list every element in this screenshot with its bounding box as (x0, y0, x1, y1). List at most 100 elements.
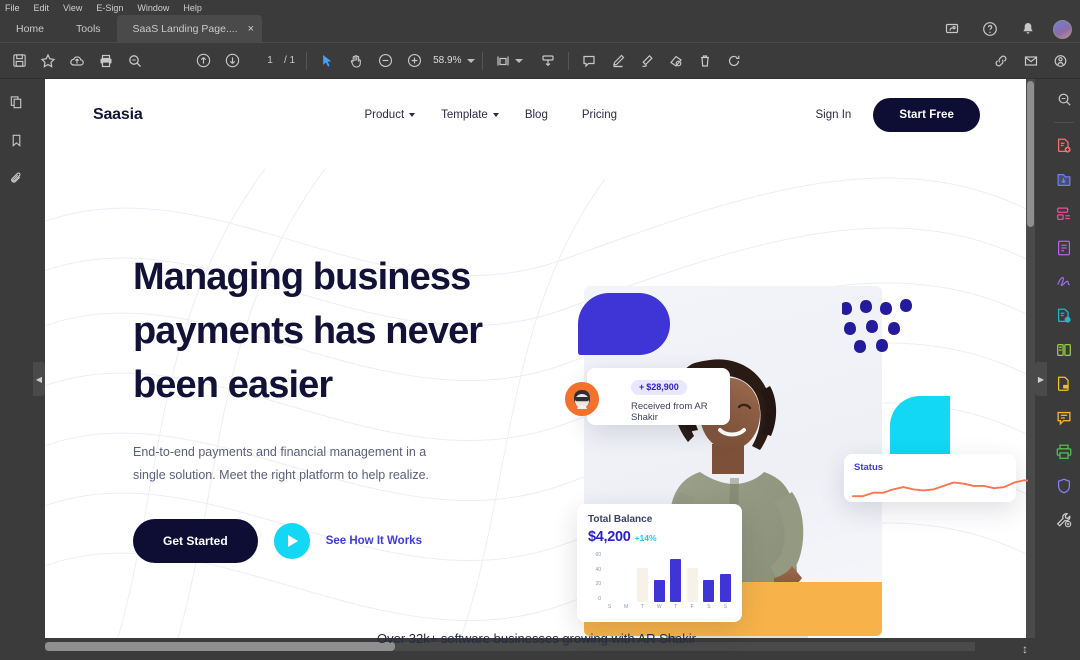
sign-in-link[interactable]: Sign In (816, 109, 852, 121)
balance-title: Total Balance (588, 514, 653, 525)
search-icon[interactable] (122, 48, 148, 74)
fit-page-chevron-icon[interactable] (515, 58, 524, 63)
left-tool-rail (0, 79, 32, 660)
comment-tool-icon[interactable] (1052, 406, 1076, 430)
export-pdf-icon[interactable] (1052, 134, 1076, 158)
nav-item-template[interactable]: Template (441, 109, 499, 121)
search-tool-icon[interactable] (1052, 87, 1076, 111)
print-production-icon[interactable] (1052, 440, 1076, 464)
tab-document[interactable]: SaaS Landing Page.... × (116, 15, 263, 43)
payment-notification-card: + $28,900 Received from AR Shakir (565, 368, 730, 425)
get-started-button[interactable]: Get Started (133, 518, 258, 563)
print-icon[interactable] (93, 48, 119, 74)
page-current-field[interactable]: 1 (261, 55, 279, 66)
document-viewport: Saasia Product Template Blog Pricing Sig… (45, 79, 1035, 660)
share-screen-icon[interactable] (939, 16, 965, 42)
share-link-icon[interactable] (988, 48, 1014, 74)
brand-logo[interactable]: Saasia (93, 106, 143, 124)
page-nav: Saasia Product Template Blog Pricing Sig… (45, 79, 1028, 151)
titlebar-right-group (939, 16, 1072, 42)
zoom-in-icon[interactable] (401, 48, 427, 74)
protect-icon[interactable] (1052, 304, 1076, 328)
collapse-left-panel-button[interactable]: ◀ (33, 362, 45, 396)
close-icon[interactable]: × (248, 23, 254, 35)
pdf-page: Saasia Product Template Blog Pricing Sig… (45, 79, 1028, 660)
page-total-label: / 1 (284, 55, 296, 66)
nav-item-blog-label: Blog (524, 109, 548, 121)
tab-home[interactable]: Home (0, 15, 60, 43)
amount-value: $28,900 (646, 382, 679, 392)
chart-bar (637, 568, 649, 602)
see-how-it-works-link[interactable]: See How It Works (326, 535, 422, 547)
scroll-down-icon[interactable] (219, 48, 245, 74)
zoom-out-icon[interactable] (372, 48, 398, 74)
menu-view[interactable]: View (63, 3, 82, 13)
comment-icon[interactable] (576, 48, 602, 74)
nav-item-pricing[interactable]: Pricing (582, 109, 617, 121)
fit-page-icon[interactable] (490, 48, 516, 74)
save-icon[interactable] (6, 48, 32, 74)
add-page-icon[interactable] (535, 48, 561, 74)
chart-bar (670, 558, 682, 602)
page-footnote: Over 32k+ software businesses growing wi… (376, 631, 696, 646)
tab-tools[interactable]: Tools (60, 15, 117, 43)
tab-tools-label: Tools (76, 23, 101, 35)
highlight-pen-icon[interactable] (605, 48, 631, 74)
start-free-button[interactable]: Start Free (873, 98, 980, 132)
hero-copy: Managing business payments has never bee… (133, 251, 553, 563)
cursor-select-icon[interactable] (314, 48, 340, 74)
chart-x-tick: T (674, 604, 678, 610)
import-pdf-icon[interactable] (1052, 168, 1076, 192)
bookmarks-icon[interactable] (5, 129, 27, 151)
freehand-draw-icon[interactable] (634, 48, 660, 74)
collapse-right-panel-button[interactable]: ▶ (1035, 362, 1047, 396)
chart-x-tick: S (707, 604, 711, 610)
chart-bar (703, 580, 715, 602)
page-thumbnails-icon[interactable] (5, 91, 27, 113)
security-shield-icon[interactable] (1052, 474, 1076, 498)
bell-notification-icon[interactable] (1015, 16, 1041, 42)
menu-esign[interactable]: E-Sign (96, 3, 123, 13)
play-triangle-icon[interactable] (273, 522, 310, 559)
hand-pan-icon[interactable] (343, 48, 369, 74)
chart-y-axis: 60 40 20 0 (595, 552, 601, 602)
password-icon[interactable] (1052, 372, 1076, 396)
balance-amount: $4,200 (588, 529, 631, 545)
chart-bar (686, 568, 698, 602)
chevron-down-icon[interactable] (467, 58, 476, 63)
main-toolbar: 1 / 1 58.9% (0, 43, 1080, 79)
vertical-scrollbar[interactable] (1026, 79, 1035, 660)
nav-item-product-label: Product (364, 109, 405, 121)
add-person-icon[interactable] (1048, 48, 1074, 74)
organize-pages-icon[interactable] (1052, 202, 1076, 226)
attachments-icon[interactable] (5, 167, 27, 189)
nav-item-blog[interactable]: Blog (525, 109, 548, 121)
star-icon[interactable] (35, 48, 61, 74)
scroll-up-icon[interactable] (190, 48, 216, 74)
zoom-level-selector[interactable]: 58.9% (433, 55, 476, 66)
help-circle-icon[interactable] (977, 16, 1003, 42)
cloud-upload-icon[interactable] (64, 48, 90, 74)
rotate-icon[interactable] (721, 48, 747, 74)
vertical-scrollbar-thumb[interactable] (1027, 81, 1034, 227)
nav-item-product[interactable]: Product (365, 109, 416, 121)
stamp-icon[interactable] (663, 48, 689, 74)
trash-icon[interactable] (692, 48, 718, 74)
tools-wrench-icon[interactable] (1052, 508, 1076, 532)
page-navigator[interactable]: 1 / 1 (261, 55, 295, 66)
menu-window[interactable]: Window (137, 3, 169, 13)
balance-figure-row: $4,200 +14% (588, 529, 731, 545)
menu-file[interactable]: File (5, 3, 20, 13)
menu-edit[interactable]: Edit (34, 3, 50, 13)
chart-bar (719, 573, 731, 602)
compress-icon[interactable] (1052, 338, 1076, 362)
menu-bar: File Edit View E-Sign Window Help (0, 0, 1080, 15)
menu-help[interactable]: Help (183, 3, 202, 13)
user-avatar[interactable] (1053, 19, 1072, 39)
nav-item-pricing-label: Pricing (581, 109, 618, 121)
email-icon[interactable] (1018, 48, 1044, 74)
chart-x-tick: F (690, 604, 694, 610)
rail-divider (1054, 122, 1074, 123)
edit-pdf-icon[interactable] (1052, 236, 1076, 260)
sign-icon[interactable] (1052, 270, 1076, 294)
